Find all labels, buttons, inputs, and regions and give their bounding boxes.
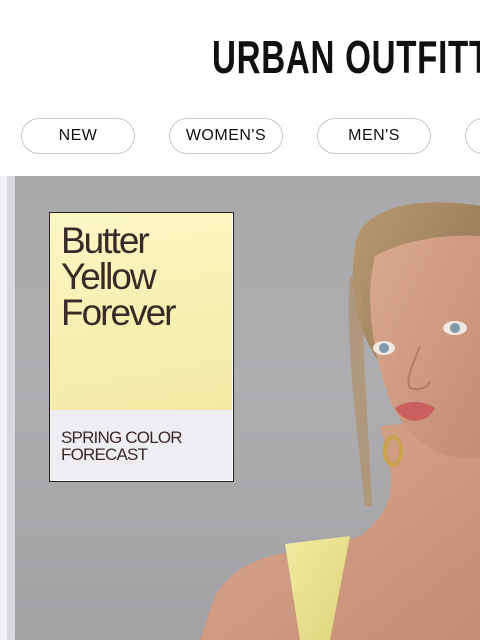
nav-mens-button[interactable]: MEN'S <box>317 118 431 154</box>
model-iris-right <box>450 323 460 333</box>
nav-womens-button[interactable]: WOMEN'S <box>169 118 283 154</box>
brand-logo[interactable]: URBAN OUTFITTERS <box>212 30 480 84</box>
card-title: Butter Yellow Forever <box>61 220 231 333</box>
site-header: URBAN OUTFITTERS <box>0 0 480 110</box>
model-iris <box>379 343 389 353</box>
card-subtitle-line: FORECAST <box>61 445 148 464</box>
category-nav: NEW WOMEN'S MEN'S HOME <box>0 110 480 176</box>
color-forecast-card[interactable]: Butter Yellow Forever SPRING COLOR FOREC… <box>49 212 234 482</box>
card-title-line: Yellow <box>61 256 157 297</box>
card-title-line: Butter <box>61 220 150 261</box>
nav-new-button[interactable]: NEW <box>21 118 135 154</box>
nav-home-button[interactable]: HOME <box>465 118 480 154</box>
card-title-line: Forever <box>61 292 176 333</box>
hero-banner[interactable]: Butter Yellow Forever SPRING COLOR FOREC… <box>0 176 480 640</box>
nav-mens-label: MEN'S <box>348 127 400 144</box>
card-subtitle: SPRING COLOR FORECAST <box>61 429 226 463</box>
card-subtitle-line: SPRING COLOR <box>61 428 183 447</box>
